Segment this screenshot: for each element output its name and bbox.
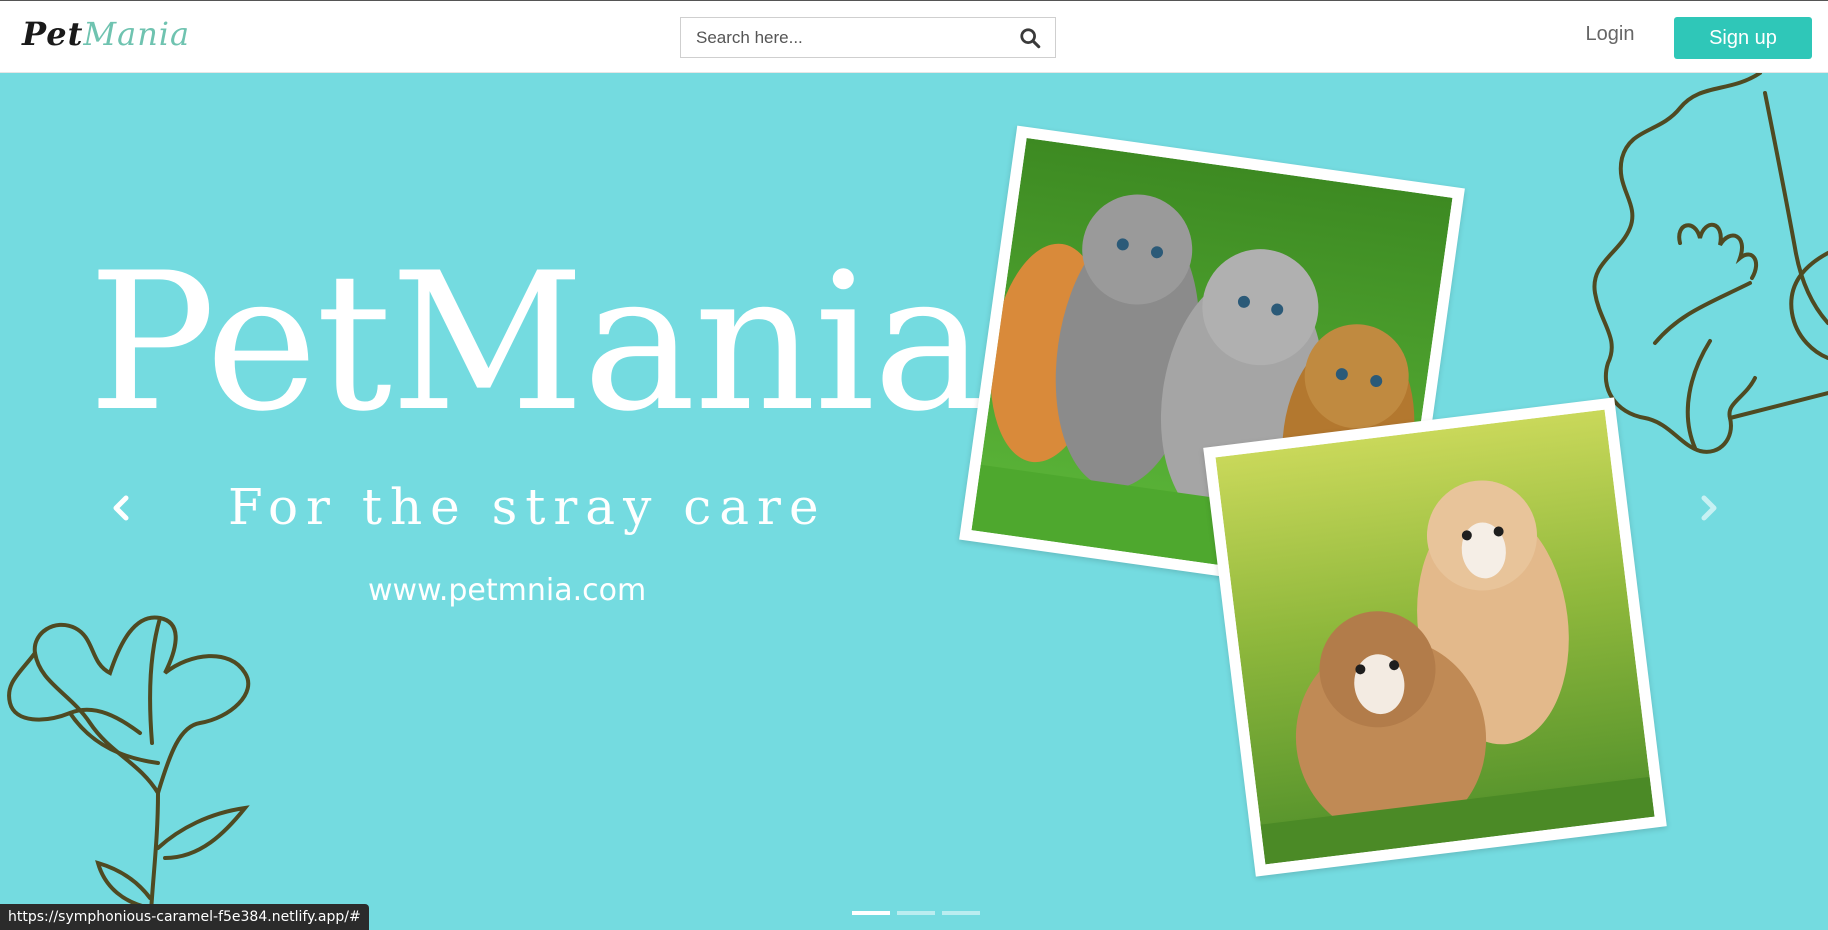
chevron-left-icon[interactable]	[108, 493, 136, 523]
hero-url: www.petmnia.com	[368, 573, 647, 608]
carousel-indicator[interactable]	[852, 911, 890, 915]
search-icon[interactable]	[1019, 27, 1041, 49]
flower-line-art-left	[7, 615, 251, 930]
hero-title: PetMania	[88, 232, 986, 453]
search-box	[680, 17, 1056, 58]
hero-carousel: PetMania For the stray care www.petmnia.…	[0, 73, 1828, 930]
login-link[interactable]: Login	[1570, 23, 1650, 53]
status-bar-url: https://symphonious-caramel-f5e384.netli…	[0, 904, 369, 930]
carousel-indicator[interactable]	[942, 911, 980, 915]
brand-logo-part1: Pet	[22, 15, 84, 53]
carousel-indicators	[852, 911, 982, 917]
brand-logo-part2: Mania	[83, 15, 191, 53]
navbar: PetMania Login Sign up	[0, 0, 1828, 73]
search-input[interactable]	[681, 18, 1001, 57]
signup-button[interactable]: Sign up	[1674, 17, 1812, 59]
hero-tagline: For the stray care	[228, 478, 827, 536]
brand-logo[interactable]: PetMania	[22, 15, 190, 53]
puppies-photo	[1203, 397, 1667, 877]
chevron-right-icon[interactable]	[1694, 493, 1722, 523]
carousel-indicator[interactable]	[897, 911, 935, 915]
